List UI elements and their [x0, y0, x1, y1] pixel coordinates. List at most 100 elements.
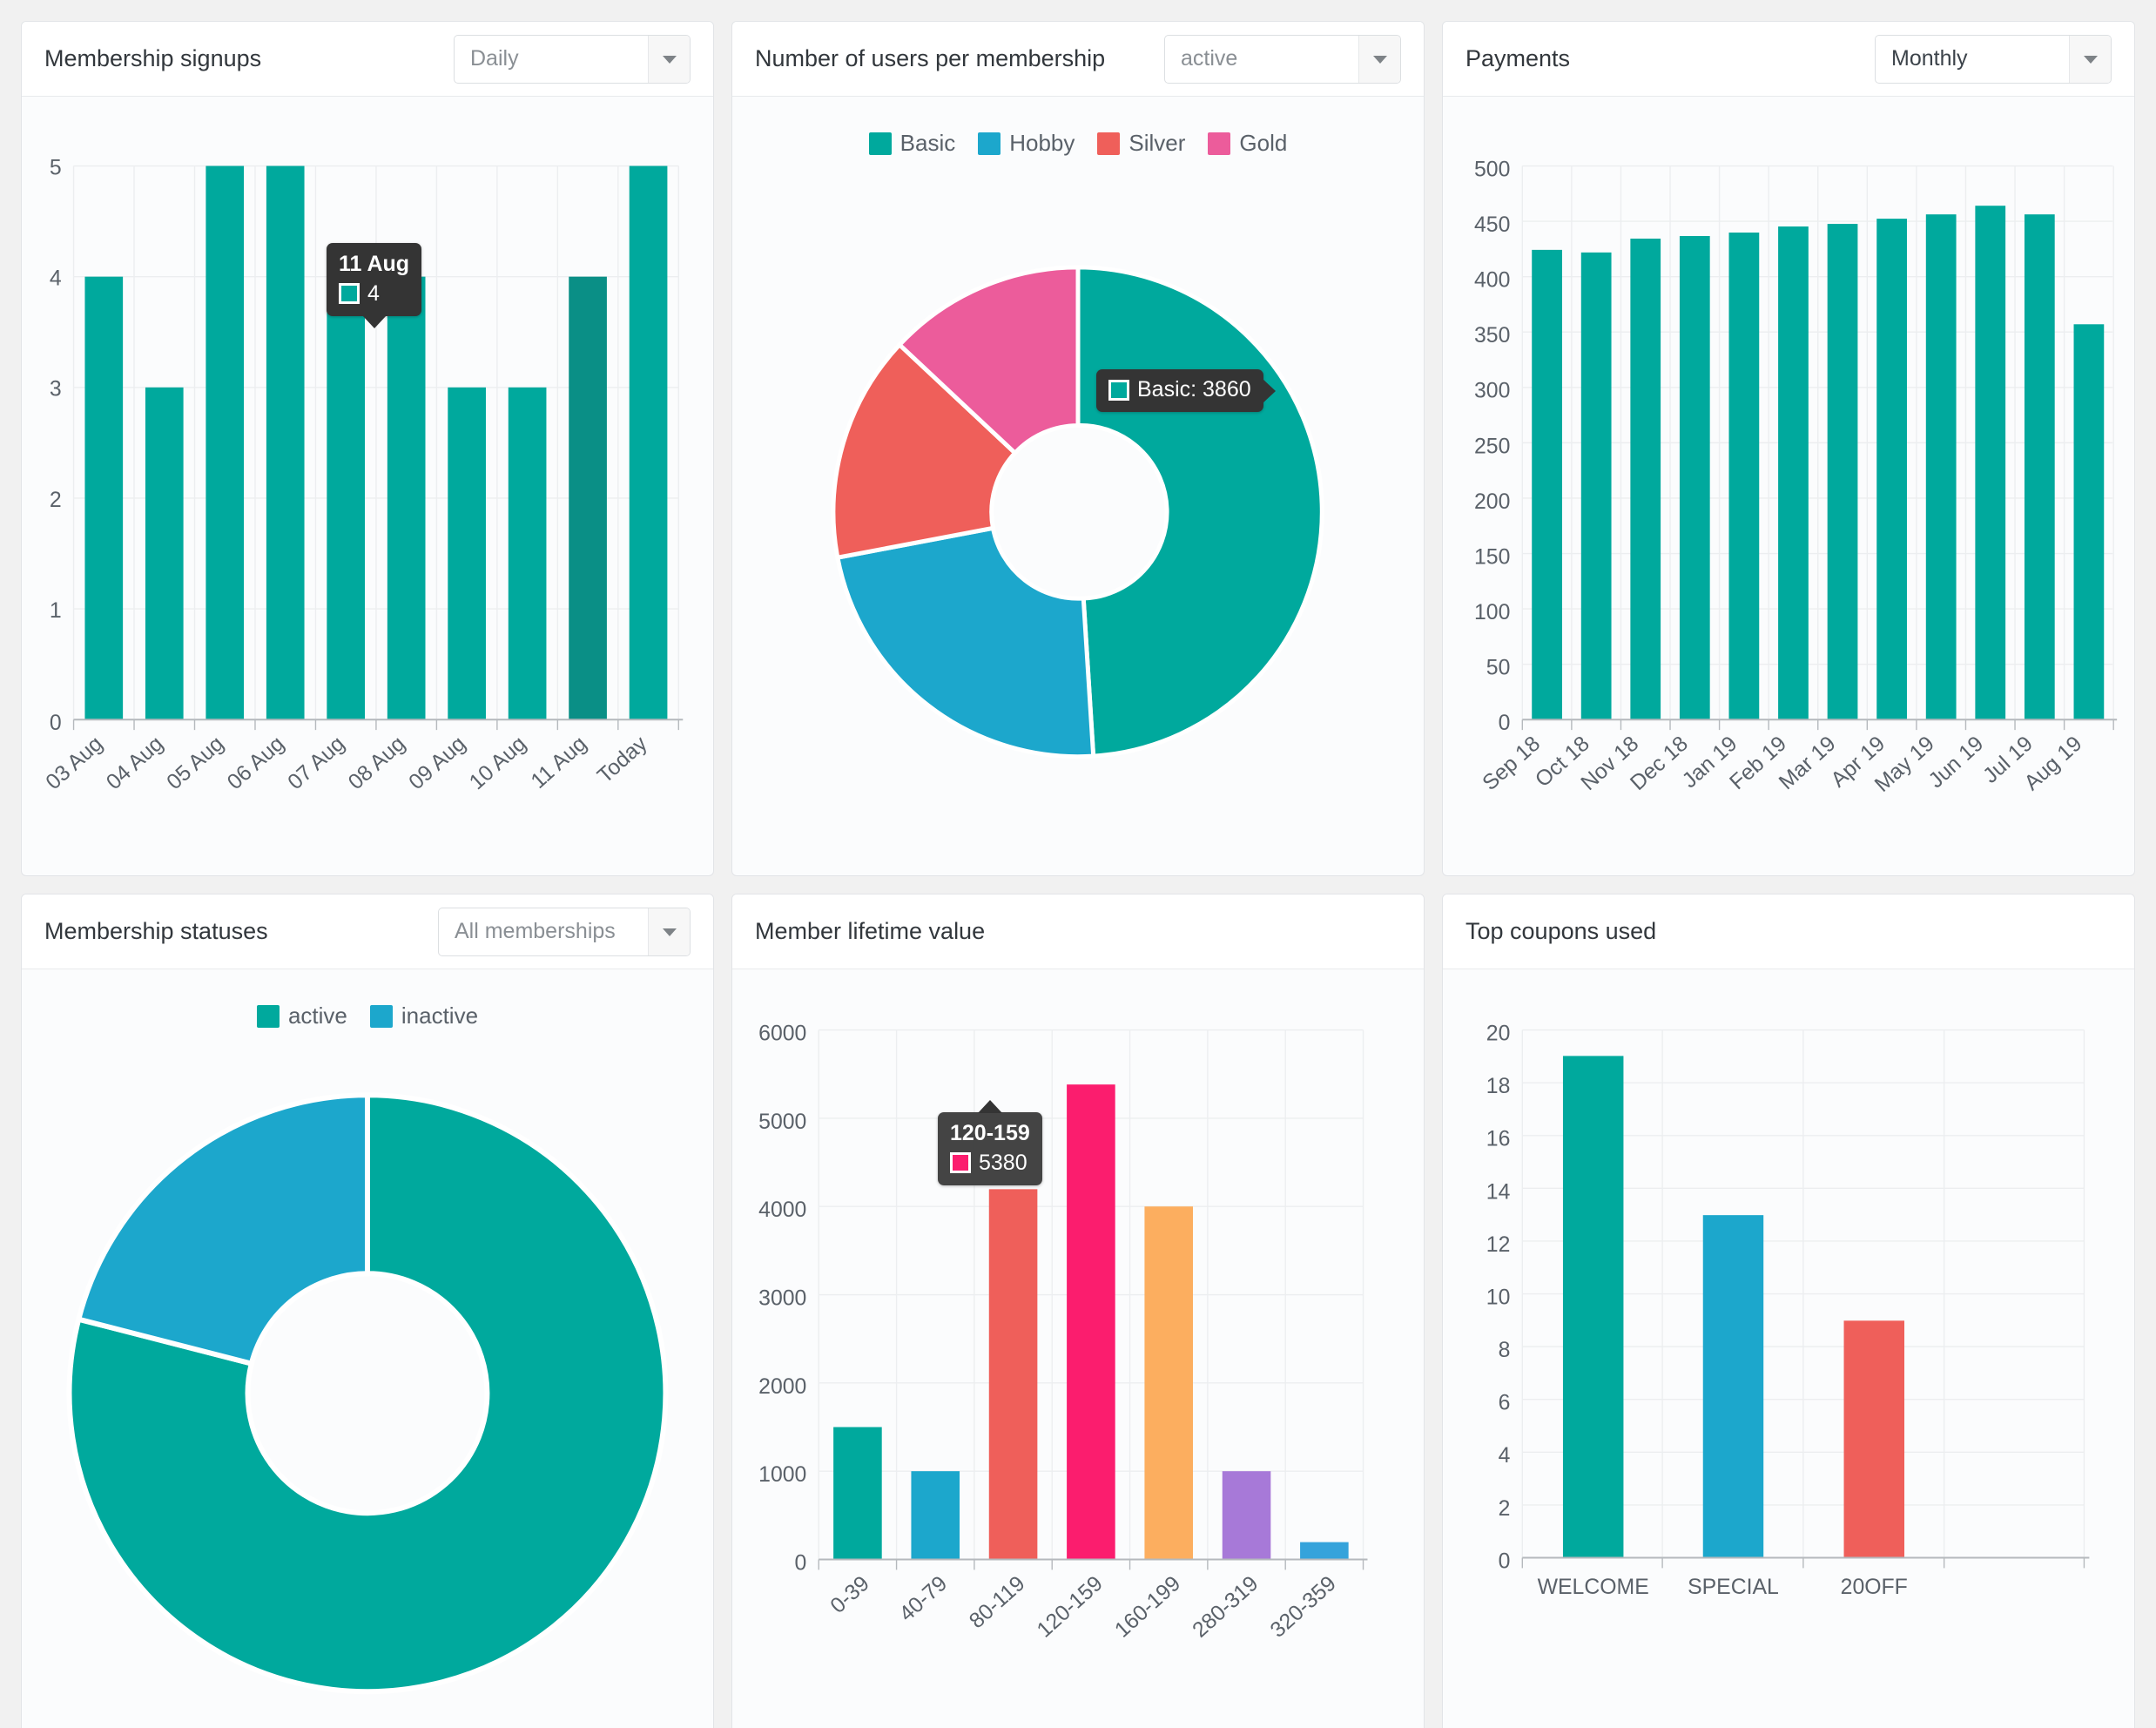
svg-text:500: 500 [1474, 158, 1510, 181]
legend-item-basic[interactable]: Basic [868, 130, 956, 157]
card-header: Payments Monthly [1443, 22, 2134, 97]
tooltip-row: 5380 [950, 1151, 1030, 1176]
legend-swatch-icon [256, 1004, 280, 1028]
x-axis-ticks: 0-39 40-79 80-119 120-159 160-199 280-31… [826, 1572, 1341, 1643]
chevron-down-icon[interactable] [2069, 35, 2111, 83]
svg-text:0-39: 0-39 [826, 1572, 874, 1618]
svg-text:450: 450 [1474, 213, 1510, 237]
card-header: Member lifetime value [732, 894, 1424, 969]
card-payments: Payments Monthly 0 50 100 150 200 250 30… [1442, 21, 2135, 876]
svg-text:5: 5 [50, 156, 62, 179]
svg-text:4: 4 [50, 267, 62, 291]
svg-text:Today: Today [593, 732, 652, 788]
legend-item-hobby[interactable]: Hobby [978, 130, 1075, 157]
tooltip-arrow-icon [1262, 378, 1276, 403]
signups-bar-chart: 0 1 2 3 4 5 03 Aug 04 Aug 05 Aug 06 Aug … [42, 156, 684, 794]
svg-text:14: 14 [1486, 1180, 1511, 1204]
bars [1562, 1056, 1904, 1558]
x-axis-ticks: 03 Aug 04 Aug 05 Aug 06 Aug 07 Aug 08 Au… [42, 732, 652, 794]
svg-text:10: 10 [1486, 1286, 1511, 1309]
coupons-chart-body: 0 2 4 6 8 10 12 14 16 18 20 WELCOME SPEC… [1443, 969, 2134, 1728]
tooltip-title: 120-159 [950, 1121, 1030, 1145]
svg-text:20OFF: 20OFF [1841, 1576, 1908, 1599]
statuses-donut-chart [66, 1092, 669, 1695]
svg-text:4: 4 [1499, 1444, 1511, 1468]
legend-label: active [287, 1002, 347, 1029]
svg-text:300: 300 [1474, 380, 1510, 403]
statuses-legend: active inactive [22, 980, 713, 1029]
svg-text:09 Aug: 09 Aug [405, 732, 470, 794]
svg-text:160-199: 160-199 [1110, 1572, 1185, 1643]
tooltip-title: 11 Aug [339, 252, 410, 276]
svg-text:06 Aug: 06 Aug [223, 732, 288, 794]
svg-text:04 Aug: 04 Aug [102, 732, 167, 794]
svg-text:250: 250 [1474, 435, 1510, 458]
page-title: Top coupons used [1465, 918, 1657, 944]
analytics-dashboard: Membership signups Daily 0 1 2 3 4 5 03 … [0, 0, 2156, 1728]
svg-text:WELCOME: WELCOME [1538, 1576, 1649, 1599]
tooltip-swatch-icon [1108, 379, 1129, 401]
slice-inactive [75, 1092, 370, 1367]
payments-period-value: Monthly [1891, 46, 1968, 71]
slice-basic [1075, 265, 1324, 759]
tooltip-swatch-icon [950, 1152, 971, 1173]
svg-text:100: 100 [1474, 601, 1510, 624]
memberships-legend: Basic Hobby Silver Gold [732, 107, 1424, 157]
svg-text:80-119: 80-119 [965, 1572, 1029, 1634]
card-membership-signups: Membership signups Daily 0 1 2 3 4 5 03 … [21, 21, 714, 876]
card-header: Top coupons used [1443, 894, 2134, 969]
tooltip-value: 5380 [979, 1150, 1027, 1175]
legend-item-silver[interactable]: Silver [1097, 130, 1185, 157]
chevron-down-icon[interactable] [648, 908, 690, 955]
payments-bar-chart: 0 50 100 150 200 250 300 350 400 450 500… [1474, 158, 2118, 797]
legend-item-inactive[interactable]: inactive [369, 1002, 478, 1029]
svg-text:2: 2 [50, 489, 62, 512]
svg-text:16: 16 [1486, 1128, 1511, 1151]
payments-period-select[interactable]: Monthly [1875, 34, 2112, 84]
svg-text:6: 6 [1499, 1392, 1511, 1415]
card-membership-statuses: Membership statuses All memberships acti… [21, 894, 714, 1728]
legend-swatch-icon [369, 1004, 393, 1028]
svg-text:18: 18 [1486, 1075, 1511, 1098]
bars [833, 1084, 1349, 1560]
svg-text:0: 0 [1499, 1549, 1511, 1573]
legend-item-active[interactable]: active [256, 1002, 347, 1029]
svg-text:50: 50 [1486, 657, 1511, 680]
tooltip-row: Basic: 3860 [1108, 377, 1251, 402]
svg-text:6000: 6000 [758, 1023, 806, 1046]
tooltip-value: Basic: 3860 [1137, 377, 1251, 402]
ltv-chart-body: 0 1000 2000 3000 4000 5000 6000 0-39 40-… [732, 969, 1424, 1728]
signups-period-select[interactable]: Daily [454, 34, 691, 84]
y-axis-ticks: 0 1 2 3 4 5 [50, 156, 62, 735]
x-axis-ticks: Sep 18 Oct 18 Nov 18 Dec 18 Jan 19 Feb 1… [1479, 732, 2087, 797]
svg-text:08 Aug: 08 Aug [344, 732, 409, 794]
page-title: Member lifetime value [755, 918, 986, 944]
svg-text:8: 8 [1499, 1339, 1511, 1362]
signups-chart-body: 0 1 2 3 4 5 03 Aug 04 Aug 05 Aug 06 Aug … [22, 97, 713, 875]
statuses-donut-body: active inactive [22, 969, 713, 1728]
svg-text:0: 0 [50, 712, 62, 735]
legend-swatch-icon [978, 132, 1001, 155]
chevron-down-icon[interactable] [1358, 35, 1400, 83]
tooltip-arrow-icon [977, 1100, 1002, 1113]
page-title: Number of users per membership [755, 45, 1106, 71]
svg-text:Sep 18: Sep 18 [1479, 732, 1545, 795]
svg-text:1: 1 [50, 599, 62, 623]
chevron-down-icon[interactable] [648, 35, 690, 83]
membership-status-select[interactable]: active [1164, 34, 1401, 84]
memberships-filter-select[interactable]: All memberships [438, 907, 691, 956]
svg-text:03 Aug: 03 Aug [42, 732, 107, 794]
legend-item-gold[interactable]: Gold [1208, 130, 1287, 157]
svg-text:2: 2 [1499, 1497, 1511, 1521]
svg-text:3000: 3000 [758, 1286, 806, 1310]
svg-text:200: 200 [1474, 490, 1510, 514]
legend-label: Basic [899, 130, 956, 156]
donut-slices [66, 1092, 669, 1695]
tooltip-arrow-icon [361, 314, 387, 328]
svg-text:0: 0 [1499, 712, 1511, 735]
y-axis-ticks: 0 50 100 150 200 250 300 350 400 450 500 [1474, 158, 1510, 735]
tooltip-value: 4 [367, 280, 380, 306]
svg-text:150: 150 [1474, 545, 1510, 569]
membership-status-value: active [1181, 46, 1238, 71]
card-header: Membership signups Daily [22, 22, 713, 97]
